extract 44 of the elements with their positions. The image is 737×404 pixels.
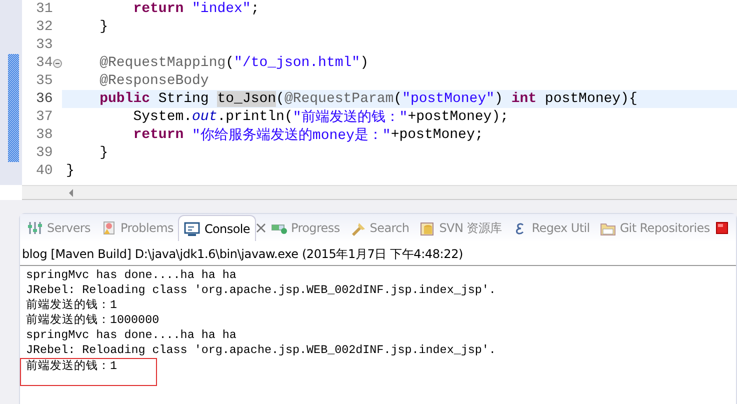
code-line: }: [65, 162, 76, 180]
line-number: 38: [36, 126, 53, 144]
terminate-icon[interactable]: [716, 222, 728, 234]
line-number: 36: [36, 90, 53, 108]
close-icon[interactable]: [256, 223, 266, 233]
line-number: 34: [36, 54, 53, 72]
console-line: 前端发送的钱：1: [26, 359, 118, 374]
console-line: 前端发送的钱：1000000: [26, 313, 160, 328]
warning-icon: [100, 220, 117, 236]
scroll-left-icon[interactable]: [68, 188, 74, 196]
code-line: return "index";: [132, 0, 260, 18]
line-number: 35: [36, 72, 53, 90]
collapse-icon[interactable]: [52, 58, 62, 68]
view-tab[interactable]: Regex Util: [506, 215, 595, 241]
console-line: 前端发送的钱：1: [26, 298, 118, 313]
view-tab[interactable]: Console: [178, 215, 256, 241]
code-line: @ResponseBody: [98, 72, 210, 90]
code-line: }: [98, 144, 110, 162]
code-line: }: [98, 18, 110, 36]
view-tab[interactable]: SVN 资源库: [414, 215, 507, 241]
flashlight-icon: [350, 220, 366, 236]
view-tab[interactable]: Git Repositories: [594, 215, 715, 241]
line-number: 40: [36, 162, 53, 180]
line-number: 32: [36, 18, 53, 36]
line-number: 31: [36, 0, 53, 18]
repository-icon: [419, 220, 436, 236]
console-line: springMvc has done....ha ha ha: [26, 328, 238, 343]
console-icon: [184, 220, 200, 236]
view-tab[interactable]: Problems: [96, 215, 178, 241]
line-number: 39: [36, 144, 53, 162]
console-line: springMvc has done....ha ha ha: [26, 268, 238, 283]
code-line: @RequestMapping("/to_json.html"): [98, 54, 370, 72]
line-number: 33: [36, 36, 53, 54]
console-title: blog [Maven Build] D:\java\jdk1.6\bin\javaw.exe (2015年1月7日 下午4:48:22): [20, 244, 736, 266]
code-line: System.out.println("前端发送的钱："+postMoney);: [132, 108, 510, 126]
servers-icon: [27, 220, 43, 236]
line-number: 37: [36, 108, 53, 126]
view-tab[interactable]: Progress: [266, 215, 345, 241]
console-line: JRebel: Reloading class 'org.apache.jsp.WEB_002dINF.jsp.index_jsp'.: [26, 283, 497, 298]
view-tab[interactable]: Servers: [22, 215, 96, 241]
console-line: JRebel: Reloading class 'org.apache.jsp.WEB_002dINF.jsp.index_jsp'.: [26, 343, 497, 358]
view-tab[interactable]: Search: [344, 215, 414, 241]
horizontal-scrollbar[interactable]: [22, 185, 737, 200]
code-line: return "你给服务端发送的money是："+postMoney;: [132, 126, 484, 144]
